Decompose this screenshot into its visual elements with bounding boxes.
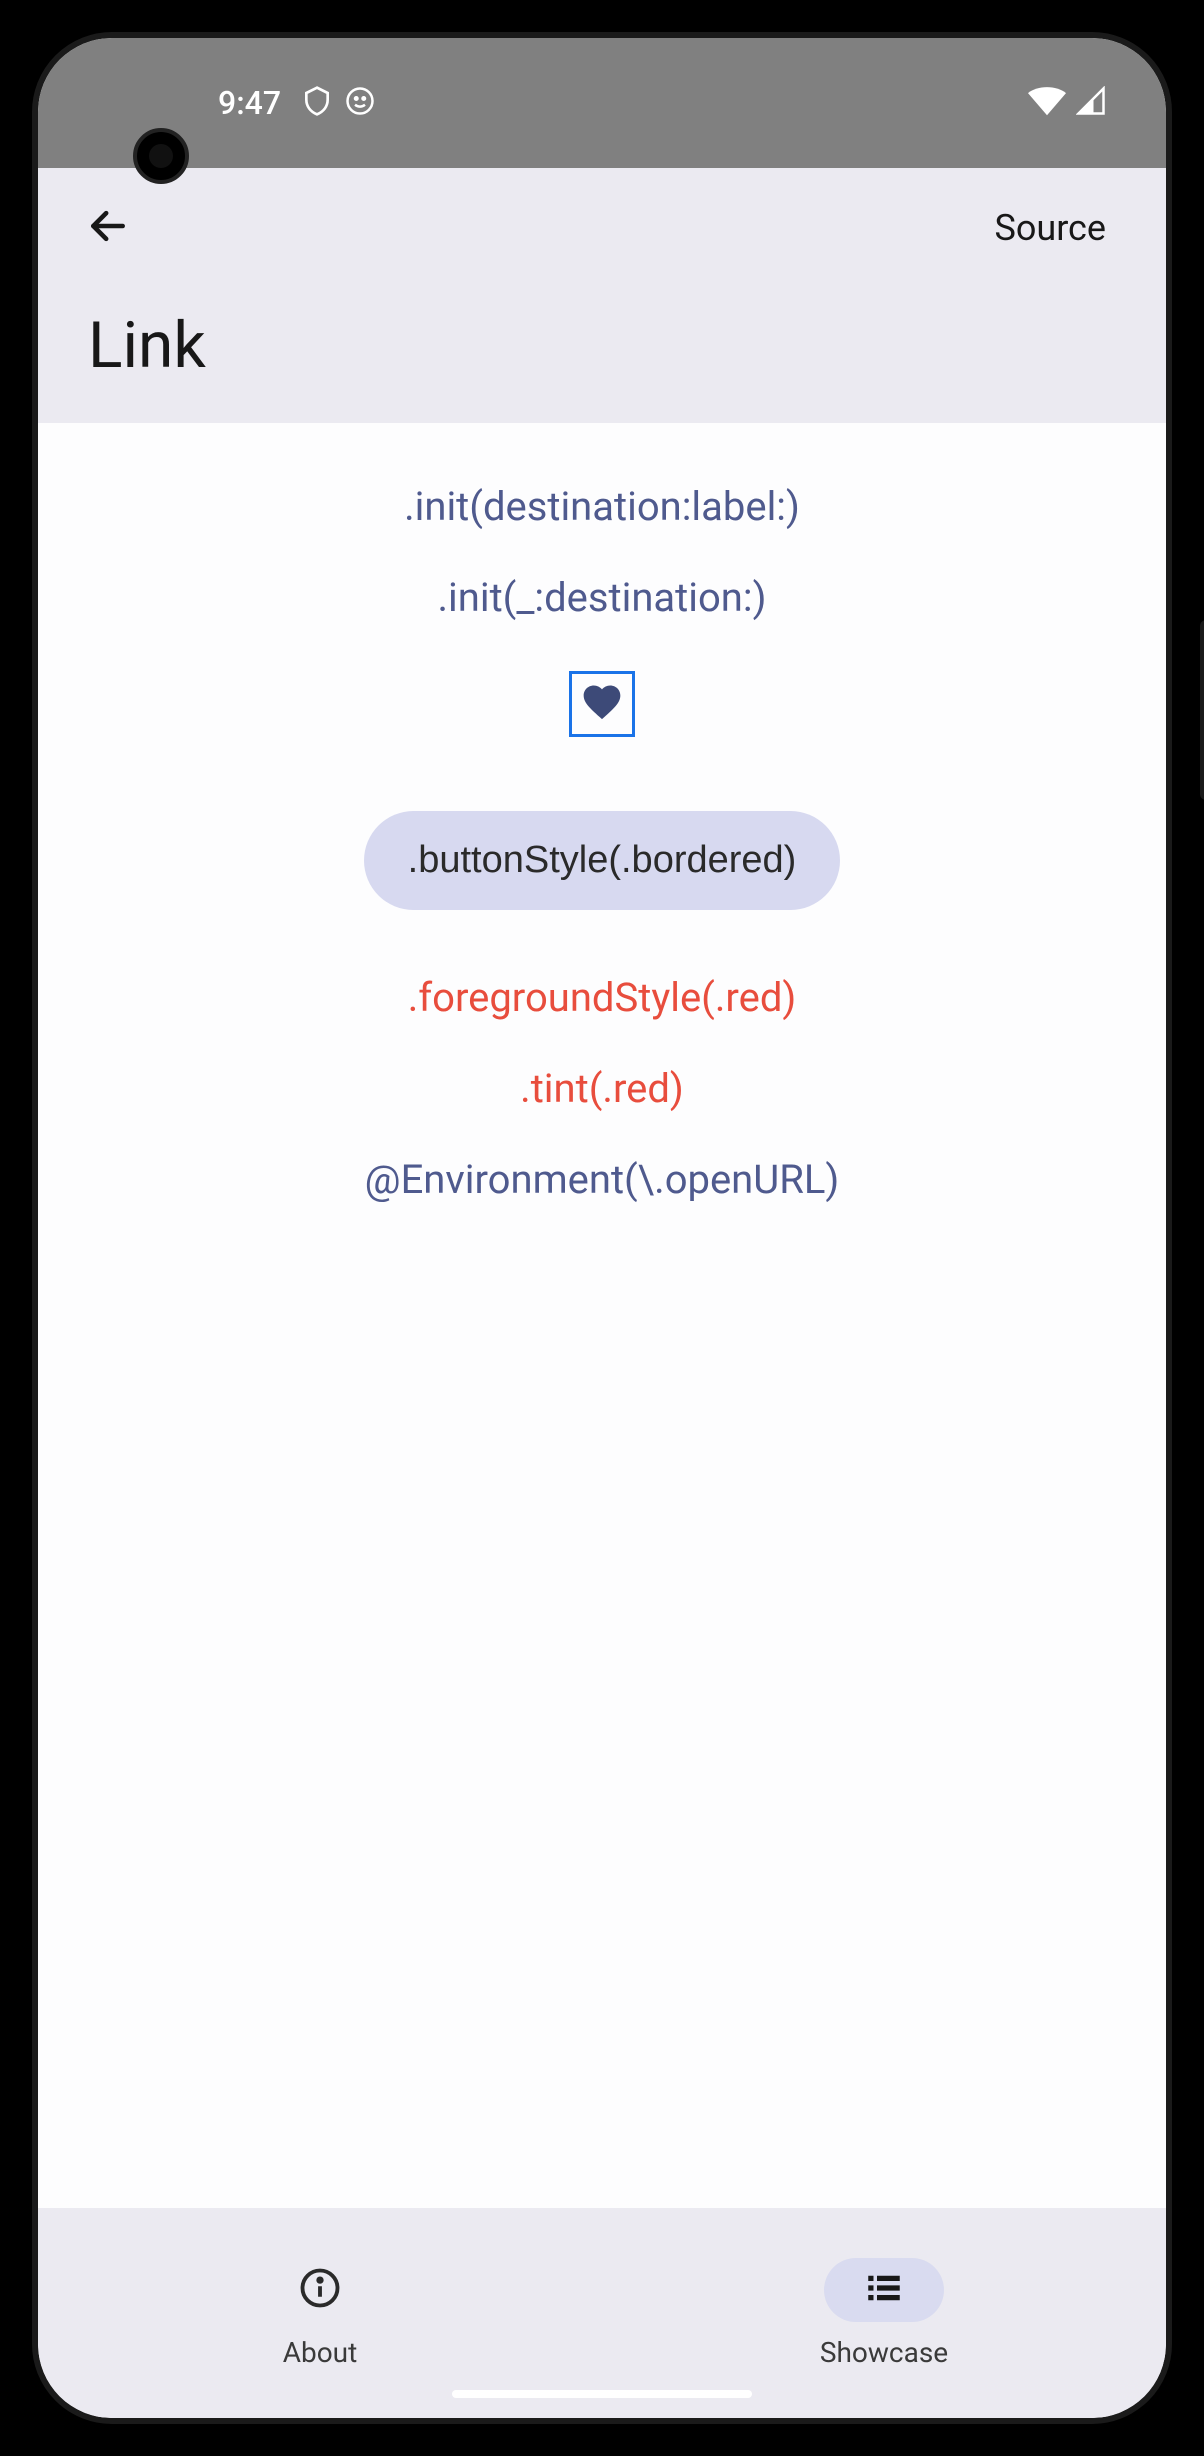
link-init-destination[interactable]: .init(_:destination:) [437,574,766,621]
content: .init(destination:label:) .init(_:destin… [38,423,1166,2208]
device-side-button [1200,620,1204,800]
link-tint-red[interactable]: .tint(.red) [520,1065,684,1112]
link-foreground-red[interactable]: .foregroundStyle(.red) [408,974,797,1021]
status-right [1028,86,1106,120]
back-arrow-icon [86,204,130,252]
home-indicator[interactable] [452,2390,752,2398]
link-environment-openurl[interactable]: @Environment(\.openURL) [365,1156,840,1203]
nav-about-icon-wrapper [260,2258,380,2322]
nav-showcase-icon-wrapper [824,2258,944,2322]
shield-icon [301,85,333,121]
nav-about[interactable]: About [38,2208,602,2418]
device-inner: 9:47 [32,32,1172,2424]
heart-icon [580,680,624,728]
info-icon [299,2267,341,2313]
screen: 9:47 [38,38,1166,2418]
nav-showcase-label: Showcase [820,2336,948,2369]
app-header: Source Link [38,168,1166,423]
signal-icon [1076,86,1106,120]
nav-showcase[interactable]: Showcase [602,2208,1166,2418]
back-button[interactable] [78,198,138,258]
bottom-nav: About [38,2208,1166,2418]
nav-about-label: About [283,2336,358,2369]
face-icon [345,86,375,120]
front-camera [133,128,189,184]
status-time: 9:47 [218,84,281,122]
page-title: Link [78,308,1126,383]
list-icon [863,2267,905,2313]
device-frame: 9:47 [0,0,1204,2456]
link-init-destination-label[interactable]: .init(destination:label:) [404,483,800,530]
heart-link[interactable] [569,671,635,737]
source-button[interactable]: Source [994,207,1126,249]
header-top: Source [78,198,1126,258]
bordered-button-link[interactable]: .buttonStyle(.bordered) [364,811,841,910]
status-bar: 9:47 [38,38,1166,168]
status-left: 9:47 [218,84,375,122]
wifi-icon [1028,86,1066,120]
status-icons-left [301,85,375,121]
